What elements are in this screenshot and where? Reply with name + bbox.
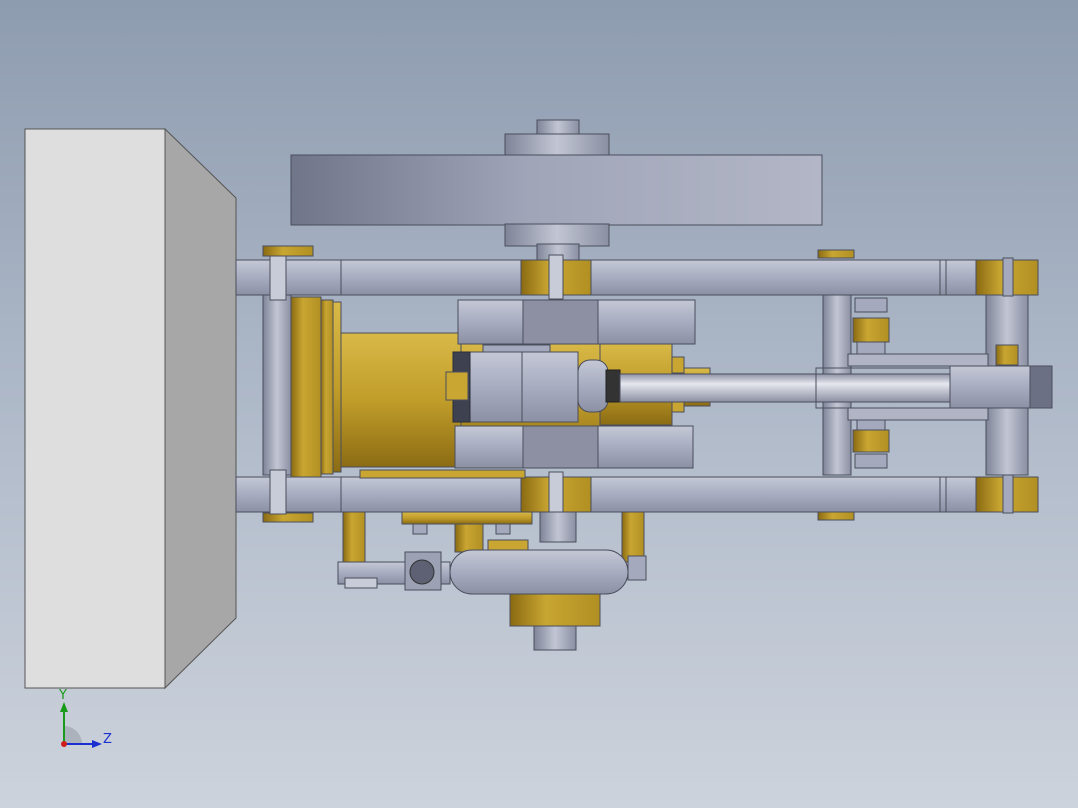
flywheel[interactable] [290,119,823,263]
eccentric-wheel[interactable] [337,549,647,651]
axis-label-y: Y [59,688,67,703]
mounting-block[interactable] [24,127,237,690]
engine-model[interactable] [0,0,1078,808]
axis-label-z: Z [103,732,112,747]
cad-viewport[interactable]: Y Z [0,0,1078,808]
frame-rail-top[interactable] [235,245,1039,301]
